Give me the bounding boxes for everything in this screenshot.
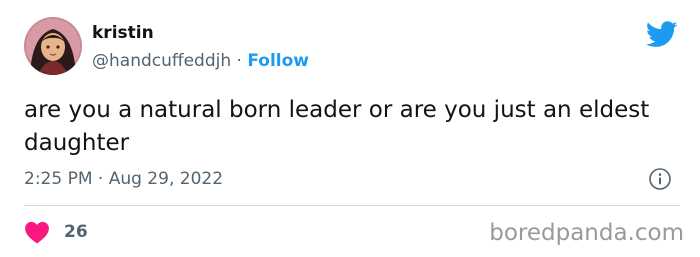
divider: [24, 205, 680, 206]
handle-row: @handcuffeddjh · Follow: [92, 50, 309, 72]
heart-icon[interactable]: [24, 220, 50, 244]
twitter-bird-icon[interactable]: [646, 21, 678, 48]
avatar[interactable]: [24, 17, 82, 75]
tweet-text: are you a natural born leader or are you…: [24, 97, 650, 156]
display-name[interactable]: kristin: [92, 22, 154, 44]
user-handle[interactable]: @handcuffeddjh: [92, 51, 231, 71]
follow-button[interactable]: Follow: [247, 51, 309, 71]
tweet-timestamp[interactable]: 2:25 PM · Aug 29, 2022: [24, 168, 223, 190]
info-icon[interactable]: [648, 167, 672, 191]
watermark-logo: boredpanda.com: [489, 220, 684, 246]
avatar-image: [24, 17, 82, 75]
like-count[interactable]: 26: [64, 221, 88, 243]
separator-dot: ·: [236, 51, 242, 71]
